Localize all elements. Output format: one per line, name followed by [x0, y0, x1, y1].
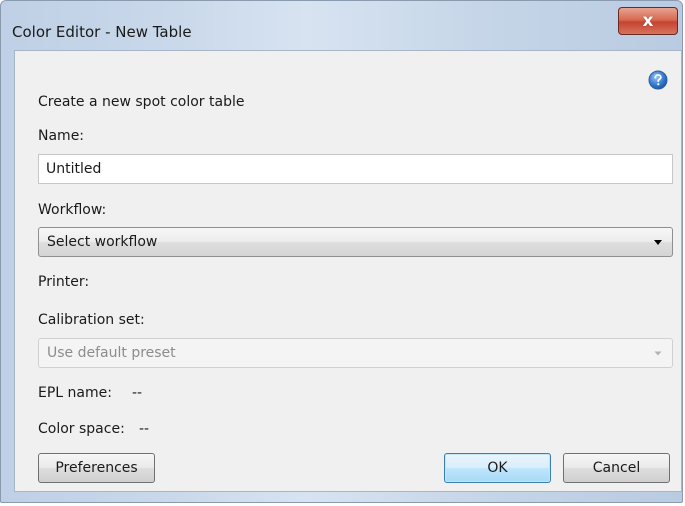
preferences-button[interactable]: Preferences — [38, 453, 155, 483]
chevron-down-icon — [654, 240, 662, 245]
ok-button[interactable]: OK — [444, 453, 551, 483]
printer-label: Printer: — [38, 274, 90, 290]
color-space-value: -- — [139, 421, 150, 437]
chevron-down-icon — [654, 351, 662, 356]
epl-name-value: -- — [132, 385, 143, 401]
name-label: Name: — [38, 128, 85, 144]
epl-name-label: EPL name: — [38, 385, 112, 401]
form-heading: Create a new spot color table — [38, 94, 245, 110]
close-button[interactable]: x — [618, 7, 678, 35]
cancel-button[interactable]: Cancel — [563, 453, 670, 483]
title-bar[interactable]: Color Editor - New Table x — [1, 1, 682, 50]
workflow-label: Workflow: — [38, 202, 107, 218]
close-icon: x — [642, 10, 654, 31]
color-space-label: Color space: — [38, 421, 125, 437]
dialog-window: Color Editor - New Table x Create a new … — [0, 0, 683, 503]
workflow-select-value: Select workflow — [47, 234, 158, 250]
help-icon[interactable] — [648, 70, 668, 90]
workflow-select[interactable]: Select workflow — [38, 227, 673, 257]
dialog-content: Create a new spot color table Name: Unti… — [14, 50, 682, 492]
window-title: Color Editor - New Table — [12, 23, 192, 41]
calibration-select[interactable]: Use default preset — [38, 338, 673, 368]
calibration-select-value: Use default preset — [47, 345, 176, 361]
calibration-label: Calibration set: — [38, 312, 145, 328]
name-input[interactable]: Untitled — [38, 154, 673, 184]
